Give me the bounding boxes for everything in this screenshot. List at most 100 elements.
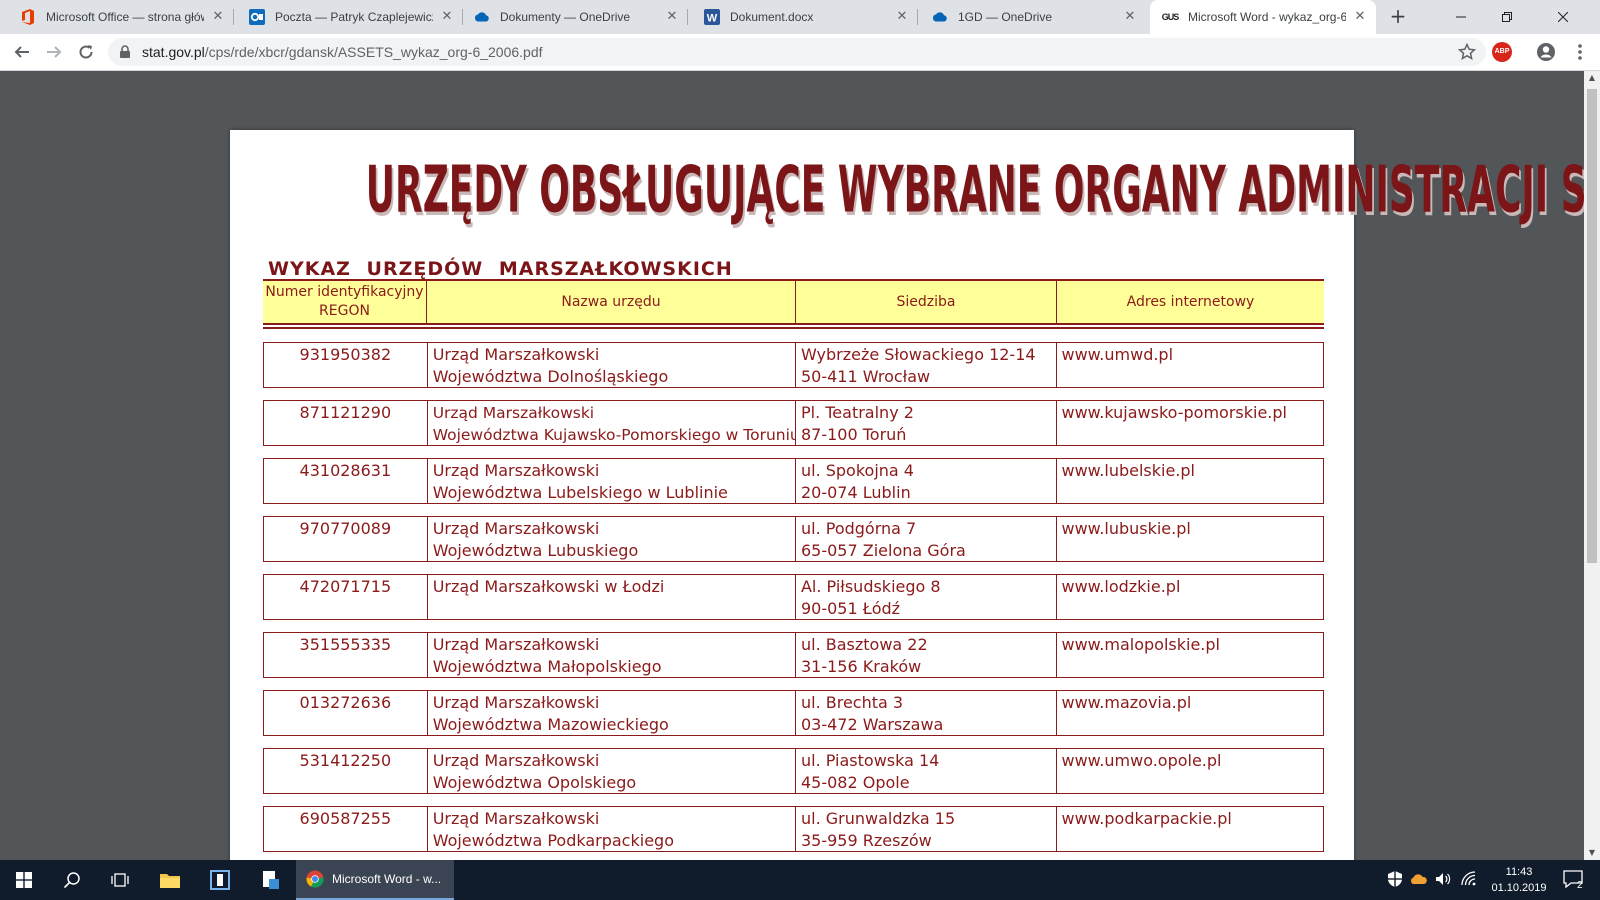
notification-count: 2 [1577, 880, 1583, 890]
file-explorer-button[interactable] [146, 860, 194, 900]
onedrive-tray-icon[interactable] [1410, 870, 1428, 888]
back-button[interactable] [8, 38, 36, 66]
pdf-viewer[interactable]: URZĘDY OBSŁUGUJĄCE WYBRANE ORGANY ADMINI… [0, 71, 1584, 860]
tab-microsoft-word-wykaz[interactable]: GUS Microsoft Word - wykaz_org-6 ✕ [1150, 0, 1376, 34]
regon-cell: 871121290 [264, 401, 428, 445]
taskbar-clock[interactable]: 11:43 01.10.2019 [1487, 864, 1551, 896]
bookmark-star-icon[interactable] [1458, 43, 1476, 61]
regon-cell: 531412250 [264, 749, 428, 793]
header-rule [263, 323, 1324, 325]
website-cell[interactable]: www.umwo.opole.pl [1057, 749, 1324, 793]
network-icon[interactable] [1460, 870, 1478, 888]
kebab-menu-icon[interactable] [1570, 42, 1590, 62]
office-name-cell: Urząd Marszałkowski Województwa Mazowieck… [428, 691, 796, 735]
taskbar-window-label: Microsoft Word - w... [332, 872, 442, 886]
regon-cell: 013272636 [264, 691, 428, 735]
document-app-button[interactable] [246, 860, 294, 900]
onedrive-icon [474, 9, 490, 25]
website-cell[interactable]: www.lubelskie.pl [1057, 459, 1324, 503]
tab-title: Dokument.docx [730, 10, 814, 24]
adblock-plus-icon[interactable]: ABP [1492, 42, 1512, 62]
close-icon[interactable]: ✕ [664, 9, 680, 25]
scroll-down-arrow-icon[interactable]: ▼ [1584, 846, 1600, 860]
volume-icon[interactable] [1434, 870, 1452, 888]
table-row: 472071715 Urząd Marszałkowski w Łodzi Al… [263, 574, 1324, 620]
tab-title: Microsoft Word - wykaz_org-6 [1188, 10, 1346, 24]
table-row: 931950382 Urząd Marszałkowski Województwa… [263, 342, 1324, 388]
tab-separator [687, 9, 688, 25]
website-cell[interactable]: www.mazovia.pl [1057, 691, 1324, 735]
website-cell[interactable]: www.malopolskie.pl [1057, 633, 1324, 677]
website-cell[interactable]: www.kujawsko-pomorskie.pl [1057, 401, 1324, 445]
office-name-cell: Urząd Marszałkowski Województwa Lubelskie… [428, 459, 796, 503]
seat-cell: ul. Brechta 3 03-472 Warszawa [796, 691, 1057, 735]
scroll-up-arrow-icon[interactable]: ▲ [1584, 71, 1600, 85]
url-text[interactable]: stat.gov.pl/cps/rde/xbcr/gdansk/ASSETS_w… [142, 38, 543, 66]
regon-cell: 431028631 [264, 459, 428, 503]
close-window-button[interactable] [1540, 0, 1586, 34]
notification-center-icon[interactable]: 2 [1562, 868, 1584, 890]
new-tab-button[interactable]: + [1386, 5, 1410, 29]
close-icon[interactable]: ✕ [1352, 9, 1368, 25]
vertical-scrollbar[interactable]: ▲ ▼ [1584, 71, 1600, 860]
forward-button[interactable] [40, 38, 68, 66]
table-header: Numer identyfikacyjny REGON Nazwa urzędu … [263, 279, 1324, 323]
tab-microsoft-office[interactable]: Microsoft Office — strona głów ✕ [8, 0, 234, 34]
search-icon [63, 872, 80, 889]
minimize-button[interactable] [1438, 0, 1484, 34]
tab-dokument-docx[interactable]: W Dokument.docx ✕ [692, 0, 918, 34]
document-title-text: URZĘDY OBSŁUGUJĄCE WYBRANE ORGANY ADMINI… [365, 154, 1584, 228]
clock-date: 01.10.2019 [1491, 882, 1547, 894]
close-icon[interactable]: ✕ [210, 9, 226, 25]
address-bar[interactable]: stat.gov.pl/cps/rde/xbcr/gdansk/ASSETS_w… [108, 38, 1486, 66]
website-cell[interactable]: www.lubuskie.pl [1057, 517, 1324, 561]
tab-title: Microsoft Office — strona głów [46, 10, 204, 24]
taskbar-chrome-window[interactable]: Microsoft Word - w... [296, 860, 454, 900]
security-shield-icon[interactable] [1386, 870, 1404, 888]
url-path: /cps/rde/xbcr/gdansk/ASSETS_wykaz_org-6_… [204, 44, 543, 60]
regon-cell: 931950382 [264, 343, 428, 387]
start-button[interactable] [0, 860, 48, 900]
website-cell[interactable]: www.podkarpackie.pl [1057, 807, 1324, 851]
tab-dokumenty-onedrive[interactable]: Dokumenty — OneDrive ✕ [462, 0, 688, 34]
regon-cell: 351555335 [264, 633, 428, 677]
account-icon[interactable] [1536, 42, 1556, 62]
office-name-cell: Urząd Marszałkowski Województwa Podkarpac… [428, 807, 796, 851]
header-name: Nazwa urzędu [427, 281, 796, 323]
table-row: 531412250 Urząd Marszałkowski Województwa… [263, 748, 1324, 794]
onedrive-icon [932, 9, 948, 25]
header-seat: Siedziba [796, 281, 1057, 323]
document-icon [263, 871, 279, 889]
close-icon[interactable]: ✕ [894, 9, 910, 25]
seat-cell: ul. Spokojna 4 20-074 Lublin [796, 459, 1057, 503]
header-web: Adres internetowy [1126, 293, 1255, 310]
lock-icon[interactable] [118, 45, 132, 59]
website-cell[interactable]: www.umwd.pl [1057, 343, 1324, 387]
seat-cell: ul. Grunwaldzka 15 35-959 Rzeszów [796, 807, 1057, 851]
tab-poczta[interactable]: Poczta — Patryk Czaplejewicz - ✕ [237, 0, 463, 34]
search-button[interactable] [48, 860, 96, 900]
close-icon[interactable]: ✕ [1122, 9, 1138, 25]
tab-title: Poczta — Patryk Czaplejewicz - [275, 10, 433, 24]
restore-button[interactable] [1484, 0, 1530, 34]
tab-title: 1GD — OneDrive [958, 10, 1053, 24]
windows-logo-icon [16, 872, 32, 888]
scrollbar-thumb[interactable] [1587, 89, 1597, 563]
website-cell[interactable]: www.lodzkie.pl [1057, 575, 1324, 619]
app-button[interactable] [196, 860, 244, 900]
chrome-icon [306, 870, 324, 888]
reload-button[interactable] [72, 38, 100, 66]
office-name-cell: Urząd Marszałkowski Województwa Małopolsk… [428, 633, 796, 677]
close-icon[interactable]: ✕ [439, 9, 455, 25]
task-view-icon [111, 873, 129, 887]
header-regon: Numer identyfikacyjny REGON [263, 281, 427, 323]
office-name-cell: Urząd Marszałkowski Województwa Lubuskieg… [428, 517, 796, 561]
table-row: 871121290 Urząd Marszałkowski Województwa… [263, 400, 1324, 446]
seat-cell: Wybrzeże Słowackiego 12-14 50-411 Wrocław [796, 343, 1057, 387]
task-view-button[interactable] [96, 860, 144, 900]
tab-strip: Microsoft Office — strona głów ✕ Poczta … [0, 0, 1600, 34]
svg-text:W: W [707, 13, 718, 25]
table-row: 431028631 Urząd Marszałkowski Województwa… [263, 458, 1324, 504]
app-window-icon [210, 870, 230, 890]
tab-1gd-onedrive[interactable]: 1GD — OneDrive ✕ [920, 0, 1146, 34]
